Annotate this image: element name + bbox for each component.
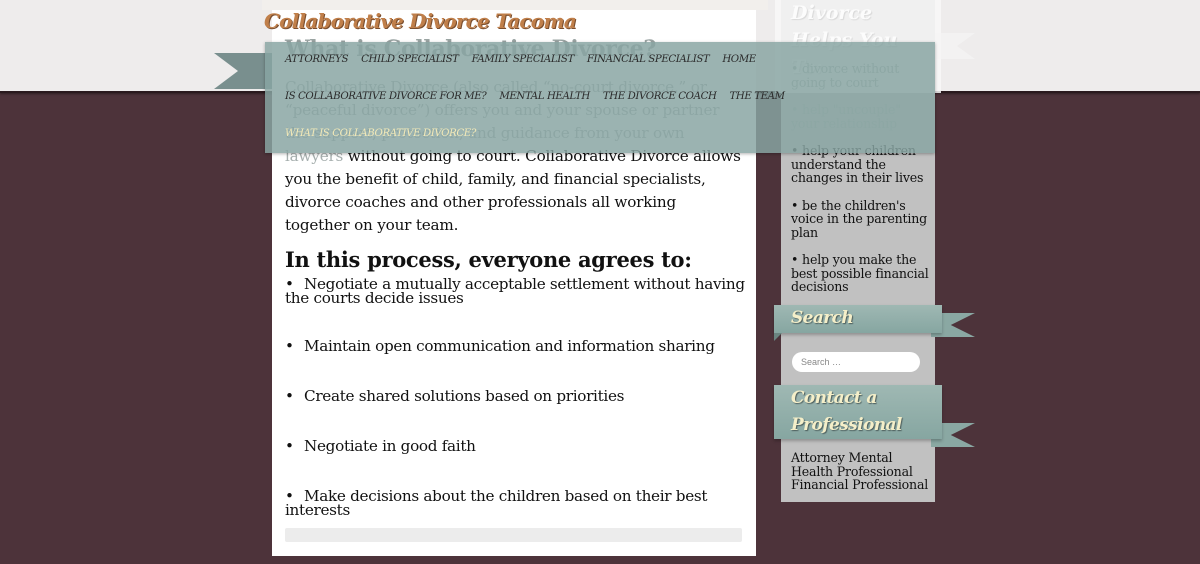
agreement-list: • Negotiate a mutually acceptable settlem…	[285, 275, 745, 519]
nav-item-home[interactable]: HOME	[722, 54, 756, 65]
search-input[interactable]	[792, 352, 920, 372]
list-item: • Negotiate in good faith	[285, 437, 476, 455]
nav-item-child-specialist[interactable]: CHILD SPECIALIST	[361, 54, 459, 65]
list-item: • Maintain open communication and informa…	[285, 337, 715, 355]
nav-item-mental-health[interactable]: MENTAL HEALTH	[499, 91, 590, 102]
contact-widget-title: Contact a Professional	[791, 388, 902, 435]
list-item: • Create shared solutions based on priori…	[285, 387, 625, 405]
search-widget-header: Search	[774, 305, 942, 333]
contact-links: Attorney Mental Health Professional Fina…	[791, 451, 931, 492]
nav-item-is-collaborative-for-me[interactable]: IS COLLABORATIVE DIVORCE FOR ME?	[285, 91, 487, 102]
site-title[interactable]: Collaborative Divorce Tacoma	[264, 9, 577, 33]
nav-item-attorneys[interactable]: ATTORNEYS	[285, 54, 348, 65]
bullet-icon: •	[285, 387, 294, 405]
nav-item-the-team[interactable]: THE TEAM	[729, 91, 785, 102]
nav-item-family-specialist[interactable]: FAMILY SPECIALIST	[472, 54, 575, 65]
list-item: • Negotiate a mutually acceptable settlem…	[285, 275, 745, 307]
contact-widget-header: Contact a Professional	[774, 385, 942, 439]
main-navigation: ATTORNEYS CHILD SPECIALIST FAMILY SPECIA…	[265, 42, 935, 153]
list-item: • help you make the best possible financ…	[791, 252, 929, 294]
bullet-icon: •	[285, 437, 294, 455]
list-item: • be the children's voice in the parenti…	[791, 197, 928, 240]
nav-item-divorce-coach[interactable]: THE DIVORCE COACH	[603, 91, 717, 102]
nav-row: IS COLLABORATIVE DIVORCE FOR ME? MENTAL …	[285, 91, 785, 102]
nav-item-what-is-collaborative-divorce[interactable]: WHAT IS COLLABORATIVE DIVORCE?	[285, 128, 476, 139]
comments-bar	[285, 528, 742, 542]
contact-link-financial[interactable]: Financial Professional	[791, 477, 928, 492]
nav-row: ATTORNEYS CHILD SPECIALIST FAMILY SPECIA…	[285, 54, 756, 65]
intro-text: without going to court. Collaborative Di…	[285, 147, 741, 234]
search-widget-title: Search	[791, 308, 854, 328]
nav-item-financial-specialist[interactable]: FINANCIAL SPECIALIST	[587, 54, 710, 65]
bullet-icon: •	[285, 337, 294, 355]
nav-row: WHAT IS COLLABORATIVE DIVORCE?	[285, 128, 476, 139]
list-item: • Make decisions about the children based…	[285, 487, 708, 519]
process-heading: In this process, everyone agrees to:	[285, 247, 692, 272]
